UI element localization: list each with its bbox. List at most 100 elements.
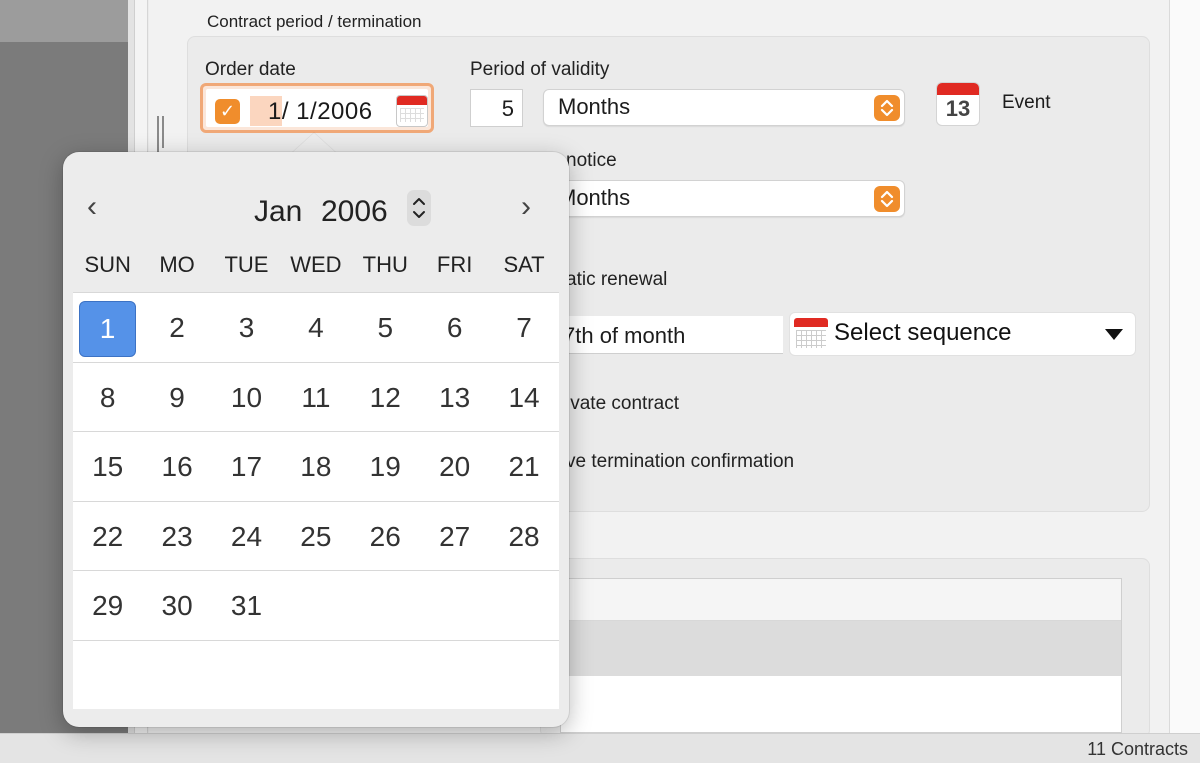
notice-unit-select[interactable]: Months bbox=[543, 180, 905, 217]
calendar-day-13[interactable]: 13 bbox=[420, 363, 489, 432]
calendar-icon bbox=[794, 318, 828, 352]
calendar-day-10[interactable]: 10 bbox=[212, 363, 281, 432]
private-contract-label: ivate contract bbox=[566, 393, 679, 414]
calendar-week-row bbox=[73, 639, 559, 710]
event-icon-day: 13 bbox=[945, 96, 971, 121]
calendar-empty-cell bbox=[281, 571, 350, 640]
calendar-day-15[interactable]: 15 bbox=[73, 432, 142, 501]
calendar-day-grid: 1 2 3 4 5 6 7 8 9 10 11 12 13 14 15 16 17 18 19 20 21 22 23 24 2… bbox=[73, 292, 559, 709]
calendar-day-28[interactable]: 28 bbox=[489, 502, 558, 571]
calendar-day-number: 19 bbox=[369, 451, 401, 482]
calendar-day-6[interactable]: 6 bbox=[420, 293, 489, 362]
calendar-day-11[interactable]: 11 bbox=[281, 363, 350, 432]
sequence-select[interactable]: Select sequence bbox=[789, 312, 1136, 356]
calendar-day-27[interactable]: 27 bbox=[420, 502, 489, 571]
calendar-day-1[interactable]: 1 bbox=[73, 293, 142, 362]
calendar-day-14[interactable]: 14 bbox=[489, 363, 558, 432]
vertical-scrollbar[interactable] bbox=[1169, 0, 1200, 733]
calendar-day-3[interactable]: 3 bbox=[212, 293, 281, 362]
calendar-day-number: 24 bbox=[230, 520, 263, 552]
year-stepper[interactable] bbox=[407, 190, 431, 226]
calendar-day-12[interactable]: 12 bbox=[351, 363, 420, 432]
calendar-day-5[interactable]: 5 bbox=[351, 293, 420, 362]
calendar-day-8[interactable]: 8 bbox=[73, 363, 142, 432]
validity-unit-select[interactable]: Months bbox=[543, 89, 905, 126]
split-handle-grip[interactable] bbox=[157, 116, 171, 180]
calendar-day-30[interactable]: 30 bbox=[142, 571, 211, 640]
calendar-day-number: 25 bbox=[300, 520, 332, 552]
calendar-day-25[interactable]: 25 bbox=[281, 502, 350, 571]
calendar-day-22[interactable]: 22 bbox=[73, 502, 142, 571]
calendar-day-number: 1 bbox=[79, 301, 136, 357]
calendar-day-number: 8 bbox=[99, 381, 116, 413]
table-row[interactable] bbox=[561, 621, 1121, 676]
next-month-button[interactable]: › bbox=[521, 190, 531, 224]
calendar-day-number: 16 bbox=[161, 451, 193, 482]
order-date-field[interactable]: ✓ 1/ 1/2006 bbox=[200, 83, 434, 133]
background-window-strip bbox=[0, 0, 128, 42]
section-title: Contract period / termination bbox=[207, 12, 422, 31]
calendar-day-21[interactable]: 21 bbox=[489, 432, 558, 501]
calendar-week-row: 29 30 31 bbox=[73, 570, 559, 640]
event-calendar-icon[interactable]: 13 bbox=[936, 82, 980, 126]
calendar-empty-cell bbox=[142, 641, 211, 710]
calendar-day-number: 4 bbox=[308, 312, 324, 343]
calendar-empty-cell bbox=[420, 571, 489, 640]
calendar-empty-cell bbox=[351, 571, 420, 640]
calendar-day-23[interactable]: 23 bbox=[142, 502, 211, 571]
calendar-day-number: 18 bbox=[300, 451, 332, 482]
calendar-day-number: 12 bbox=[369, 381, 401, 413]
select-stepper-icon bbox=[874, 186, 900, 212]
calendar-icon[interactable] bbox=[396, 95, 428, 127]
calendar-empty-cell bbox=[212, 641, 281, 710]
order-date-value[interactable]: 1/ 1/2006 bbox=[268, 98, 373, 126]
calendar-year: 2006 bbox=[321, 195, 388, 228]
previous-month-button[interactable]: ‹ bbox=[87, 190, 97, 224]
contract-count: 11 Contracts bbox=[1087, 739, 1188, 759]
order-date-checkbox[interactable]: ✓ bbox=[215, 99, 240, 124]
calendar-day-number: 23 bbox=[161, 520, 193, 552]
weekday-label: SUN bbox=[84, 252, 131, 277]
calendar-day-29[interactable]: 29 bbox=[73, 571, 142, 640]
calendar-day-number: 6 bbox=[446, 312, 463, 343]
calendar-day-26[interactable]: 26 bbox=[351, 502, 420, 571]
calendar-day-number: 7 bbox=[516, 312, 532, 343]
calendar-day-16[interactable]: 16 bbox=[142, 432, 211, 501]
calendar-day-4[interactable]: 4 bbox=[281, 293, 350, 362]
weekday-label: THU bbox=[362, 252, 408, 277]
calendar-day-20[interactable]: 20 bbox=[420, 432, 489, 501]
calendar-empty-cell bbox=[489, 571, 558, 640]
weekday-label: MO bbox=[159, 252, 195, 277]
calendar-day-2[interactable]: 2 bbox=[142, 293, 211, 362]
calendar-day-24[interactable]: 24 bbox=[212, 502, 281, 571]
weekday-label: TUE bbox=[224, 252, 269, 277]
calendar-day-7[interactable]: 7 bbox=[489, 293, 558, 362]
calendar-day-17[interactable]: 17 bbox=[212, 432, 281, 501]
calendar-empty-cell bbox=[351, 641, 420, 710]
calendar-day-number: 13 bbox=[439, 381, 471, 413]
notice-label: notice bbox=[566, 150, 617, 171]
calendar-day-number: 10 bbox=[230, 381, 263, 413]
calendar-day-number: 26 bbox=[369, 520, 401, 552]
calendar-day-31[interactable]: 31 bbox=[212, 571, 281, 640]
event-label: Event bbox=[1002, 92, 1051, 113]
calendar-day-number: 17 bbox=[230, 451, 263, 482]
automatic-renewal-label: atic renewal bbox=[566, 269, 668, 290]
renewal-day-field[interactable]: 7th of month bbox=[555, 316, 783, 354]
calendar-day-19[interactable]: 19 bbox=[351, 432, 420, 501]
validity-number-input[interactable]: 5 bbox=[470, 89, 523, 127]
calendar-week-row: 1 2 3 4 5 6 7 bbox=[73, 292, 559, 362]
calendar-day-number: 30 bbox=[161, 590, 193, 621]
lower-table[interactable] bbox=[560, 578, 1122, 733]
calendar-day-number: 15 bbox=[92, 451, 124, 482]
calendar-day-9[interactable]: 9 bbox=[142, 363, 211, 432]
status-bar: 11 Contracts bbox=[0, 733, 1200, 763]
termination-confirmation-label: ve termination confirmation bbox=[566, 451, 795, 472]
calendar-day-number: 21 bbox=[508, 451, 540, 482]
calendar-week-row: 8 9 10 11 12 13 14 bbox=[73, 361, 559, 432]
calendar-day-number: 27 bbox=[439, 520, 471, 552]
calendar-day-number: 9 bbox=[169, 381, 185, 413]
calendar-day-18[interactable]: 18 bbox=[281, 432, 350, 501]
calendar-day-number: 14 bbox=[508, 381, 540, 413]
calendar-popover: ‹ Jan 2006 › SUN MO TUE WED THU FRI SAT … bbox=[63, 152, 569, 727]
